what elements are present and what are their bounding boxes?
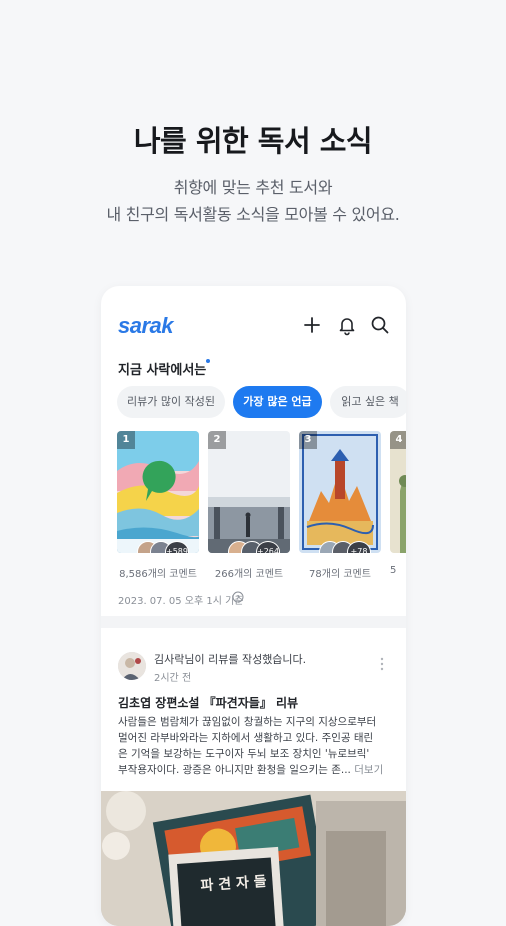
reader-count-badge: +78 [347, 541, 371, 553]
book-card[interactable]: 4 5 [390, 431, 406, 576]
promo-headline: 나를 위한 독서 소식 [133, 124, 373, 158]
book-comment-count: 266개의 코멘트 [214, 569, 284, 580]
bell-icon[interactable] [336, 314, 358, 336]
review-line: 은 기억을 보강하는 도구이자 두뇌 보조 장치인 '뉴로브릭' [118, 748, 370, 760]
svg-text:?: ? [236, 594, 240, 602]
review-line: 사람들은 범람체가 끊임없이 창궐하는 지구의 지상으로부터 [118, 716, 377, 728]
reader-avatars: +589 [137, 541, 197, 553]
review-title[interactable]: 김초엽 장편소설 『파견자들』 리뷰 [118, 694, 298, 711]
review-line: 멀어진 라부바와라는 지하에서 생활하고 있다. 주인공 태린 [118, 732, 374, 744]
section-title: 지금 사락에서는 [118, 363, 207, 378]
search-icon[interactable] [369, 314, 391, 336]
promo-subtitle-line-2: 내 친구의 독서활동 소식을 모아볼 수 있어요. [106, 205, 400, 224]
book-card[interactable]: 3 +78 78개의 코멘트 [299, 431, 381, 580]
review-line: 부작용자이다. 광증은 아니지만 환청을 일으키는 존... [118, 764, 351, 776]
ranking-timestamp: 2023. 07. 05 오후 1시 기준 [118, 596, 244, 607]
book-card[interactable]: 2 +264 266개의 코멘트 [208, 431, 290, 580]
review-photo-image: 파 견 자 들 [101, 791, 406, 926]
chip-want-to-read[interactable]: 읽고 싶은 책 [330, 386, 406, 418]
reader-avatars: +264 [228, 541, 288, 553]
book-cover-art [117, 431, 199, 553]
book-comment-count: 8,586개의 코멘트 [119, 569, 197, 580]
review-body: 사람들은 범람체가 끊임없이 창궐하는 지구의 지상으로부터 멀어진 라부바와라… [118, 714, 394, 778]
rank-badge: 4 [390, 431, 406, 449]
section-divider [101, 616, 406, 628]
feed-activity-text: 김사락님이 리뷰를 작성했습니다. [154, 653, 307, 666]
book-cover-art [390, 431, 406, 553]
book-cover-art [208, 431, 290, 553]
avatar[interactable] [118, 652, 146, 680]
chip-most-reviewed[interactable]: 리뷰가 많이 작성된 [117, 386, 225, 418]
rank-badge: 2 [208, 431, 226, 449]
phone-mockup: sarak 지금 사락에서는 리뷰가 많이 작성된 가장 많은 언급 읽고 싶은… [101, 286, 406, 926]
avatar-image [118, 652, 146, 680]
book-cover[interactable]: 1 +589 [117, 431, 199, 553]
reader-avatars: +78 [319, 541, 379, 553]
promo-subtitle-line-1: 취향에 맞는 추천 도서와 [173, 178, 333, 197]
book-comment-count: 5 [390, 565, 397, 576]
new-indicator-dot [206, 359, 210, 363]
reader-count-badge: +589 [165, 541, 189, 553]
book-card[interactable]: 1 +589 8,586개의 코멘트 [117, 431, 199, 580]
book-comment-count: 78개의 코멘트 [309, 569, 371, 580]
rank-badge: 1 [117, 431, 135, 449]
filter-chips: 리뷰가 많이 작성된 가장 많은 언급 읽고 싶은 책 [117, 386, 406, 420]
more-link[interactable]: 더보기 [354, 764, 383, 776]
chip-most-mentioned[interactable]: 가장 많은 언급 [233, 386, 322, 418]
rank-badge: 3 [299, 431, 317, 449]
plus-icon[interactable] [301, 314, 323, 336]
book-cover[interactable]: 2 +264 [208, 431, 290, 553]
book-cover[interactable]: 4 [390, 431, 406, 553]
feed-time: 2시간 전 [154, 673, 192, 684]
book-cover[interactable]: 3 +78 [299, 431, 381, 553]
review-line-last: 부작용자이다. 광증은 아니지만 환청을 일으키는 존... 더보기 [118, 762, 394, 778]
info-icon[interactable]: ? [232, 591, 244, 603]
review-photo[interactable]: 파 견 자 들 [101, 791, 406, 926]
app-logo: sarak [118, 313, 174, 338]
book-cover-art [299, 431, 381, 553]
reader-count-badge: +264 [256, 541, 280, 553]
book-carousel: 1 +589 8,586개의 코멘트 2 +264 266개의 코멘트 3 +7… [117, 431, 406, 581]
more-options-icon[interactable] [379, 656, 385, 672]
